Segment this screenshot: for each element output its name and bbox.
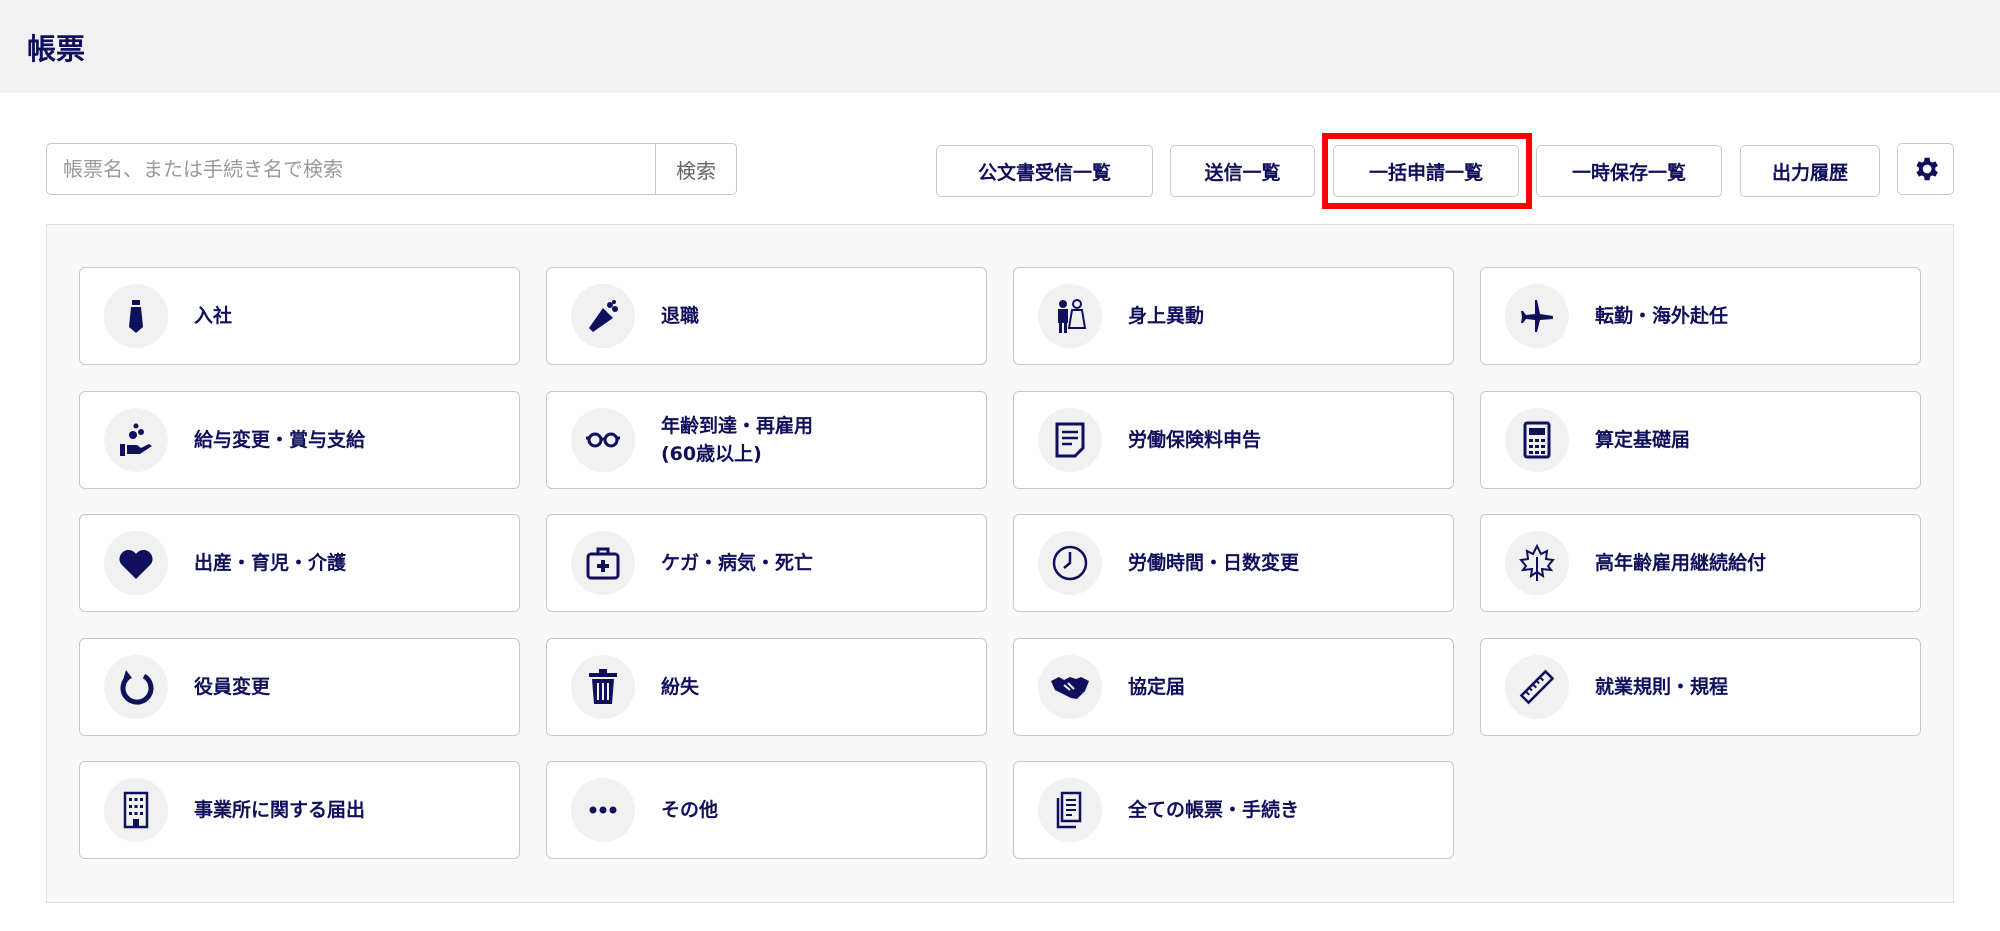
output-history-button[interactable]: 出力履歴 [1740, 145, 1880, 197]
category-card[interactable]: 労働時間・日数変更 [1013, 514, 1454, 612]
category-card[interactable]: 身上異動 [1013, 267, 1454, 365]
category-card[interactable]: 役員変更 [79, 637, 520, 736]
maple-leaf-icon [1505, 531, 1569, 595]
search-button[interactable]: 検索 [655, 144, 736, 194]
category-label: 高年齢雇用継続給付 [1595, 552, 1767, 574]
category-card[interactable]: 全ての帳票・手続き [1013, 761, 1454, 859]
airplane-icon [1505, 284, 1569, 348]
category-label: 算定基礎届 [1595, 428, 1691, 451]
category-card[interactable]: 算定基礎届 [1480, 390, 1921, 489]
bouquet-icon [571, 284, 635, 348]
category-card[interactable]: 給与変更・賞与支給 [79, 390, 520, 489]
category-label: 給与変更・賞与支給 [194, 428, 366, 451]
page-header: 帳票 [0, 0, 2000, 93]
category-label: 労働時間・日数変更 [1128, 552, 1300, 574]
category-card[interactable]: 紛失 [546, 637, 987, 736]
category-label: 全ての帳票・手続き [1128, 799, 1300, 821]
category-label: 事業所に関する届出 [194, 799, 366, 821]
handshake-icon [1038, 654, 1102, 719]
glasses-icon [571, 407, 635, 472]
category-label: 就業規則・規程 [1595, 675, 1729, 698]
category-card[interactable]: 労働保険料申告 [1013, 390, 1454, 489]
category-label: 労働保険料申告 [1128, 428, 1262, 451]
category-card[interactable]: 年齢到達・再雇用 (60歳以上) [546, 390, 987, 489]
first-aid-kit-icon [571, 531, 635, 595]
category-card[interactable]: 就業規則・規程 [1480, 637, 1921, 736]
refresh-icon [104, 654, 168, 719]
category-label: その他 [661, 799, 719, 821]
category-label: 紛失 [661, 675, 700, 698]
category-card[interactable]: 入社 [79, 267, 520, 365]
highlight-box [1322, 133, 1532, 209]
page-title: 帳票 [27, 32, 86, 66]
category-card[interactable]: 出産・育児・介護 [79, 514, 520, 612]
ellipsis-icon [571, 778, 635, 842]
documents-icon [1038, 778, 1102, 842]
category-card[interactable]: 退職 [546, 267, 987, 365]
calculator-icon [1505, 407, 1569, 472]
category-card[interactable]: 協定届 [1013, 637, 1454, 736]
document-icon [1038, 407, 1102, 472]
hand-coins-icon [104, 407, 168, 472]
category-label: 出産・育児・介護 [194, 552, 347, 574]
search-box: 検索 [46, 143, 737, 195]
wedding-couple-icon [1038, 284, 1102, 348]
temporary-saved-list-button[interactable]: 一時保存一覧 [1536, 145, 1722, 197]
category-label: 年齢到達・再雇用 (60歳以上) [661, 414, 814, 465]
trash-icon [571, 654, 635, 719]
category-card[interactable]: 事業所に関する届出 [79, 761, 520, 859]
clock-icon [1038, 531, 1102, 595]
category-label: 役員変更 [194, 675, 271, 698]
category-label: 入社 [194, 305, 233, 327]
official-documents-received-button[interactable]: 公文書受信一覧 [936, 145, 1153, 197]
category-label: 身上異動 [1128, 305, 1205, 327]
tie-icon [104, 284, 168, 348]
category-card[interactable]: 高年齢雇用継続給付 [1480, 514, 1921, 612]
heart-icon [104, 531, 168, 595]
ruler-icon [1505, 654, 1569, 719]
category-label: ケガ・病気・死亡 [661, 552, 814, 574]
category-label: 退職 [661, 305, 700, 327]
category-label: 協定届 [1128, 675, 1186, 698]
building-icon [104, 778, 168, 842]
category-card[interactable]: 転勤・海外赴任 [1480, 267, 1921, 365]
category-card[interactable]: その他 [546, 761, 987, 859]
gear-icon [1915, 157, 1938, 181]
category-label: 転勤・海外赴任 [1595, 305, 1729, 327]
settings-button[interactable] [1897, 143, 1954, 195]
search-input[interactable] [47, 144, 655, 194]
category-card[interactable]: ケガ・病気・死亡 [546, 514, 987, 612]
sent-list-button[interactable]: 送信一覧 [1170, 145, 1315, 197]
